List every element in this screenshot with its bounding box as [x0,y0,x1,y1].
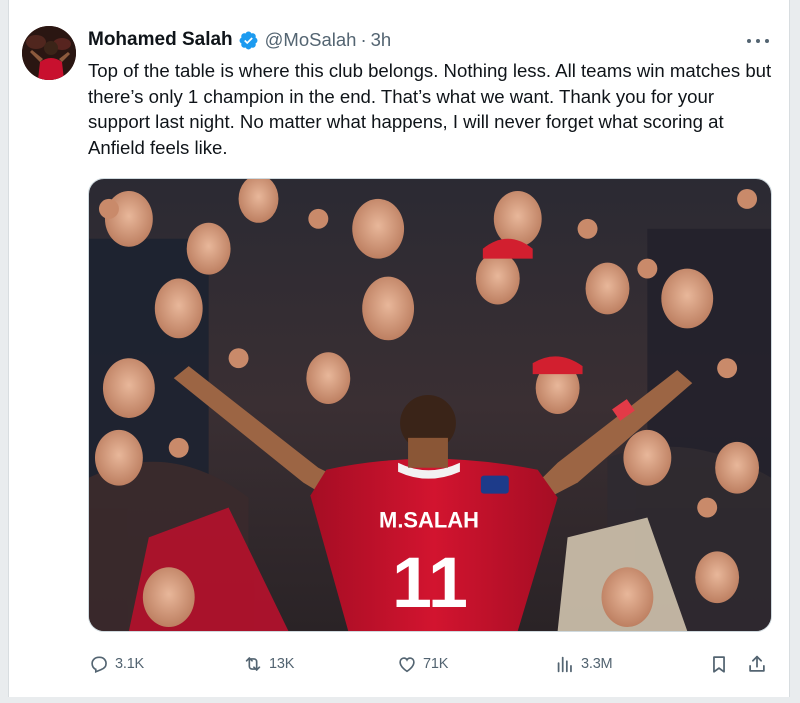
bookmark-icon [708,653,730,675]
views-button[interactable]: 3.3M [554,650,613,678]
crowd-celebration-image: M.SALAH 11 [89,179,771,631]
heart-icon [396,653,418,675]
author-name[interactable]: Mohamed Salah [88,29,233,51]
repost-button[interactable]: 13K [242,650,294,678]
window-frame-right [790,0,800,703]
like-button[interactable]: 71K [396,650,448,678]
separator-dot: · [360,29,367,50]
reply-button[interactable]: 3.1K [88,650,144,678]
bookmark-button[interactable] [708,650,730,678]
window-frame-left [0,0,8,703]
tweet-text: Top of the table is where this club belo… [88,60,772,158]
more-options-icon[interactable] [744,30,772,52]
shirt-name-text: M.SALAH [379,507,479,532]
tweet-actions-bar: 3.1K 13K 71K 3.3M [88,650,772,678]
views-chart-icon [554,653,576,675]
author-handle[interactable]: @MoSalah [265,29,357,51]
repost-count: 13K [269,656,295,672]
verified-badge-icon [238,30,259,51]
tweet-media-photo[interactable]: M.SALAH 11 [88,178,772,632]
share-button[interactable] [746,650,768,678]
avatar[interactable] [22,26,76,80]
reply-count: 3.1K [115,656,145,672]
views-count: 3.3M [581,656,613,672]
avatar-image [22,26,76,80]
shirt-number-text: 11 [392,543,468,623]
window-frame-bottom [0,697,800,703]
share-icon [746,653,768,675]
tweet-header: Mohamed Salah @MoSalah · 3h [88,27,391,53]
reply-icon [88,653,110,675]
like-count: 71K [423,656,449,672]
tweet-timestamp[interactable]: 3h [371,29,392,51]
repost-icon [242,653,264,675]
